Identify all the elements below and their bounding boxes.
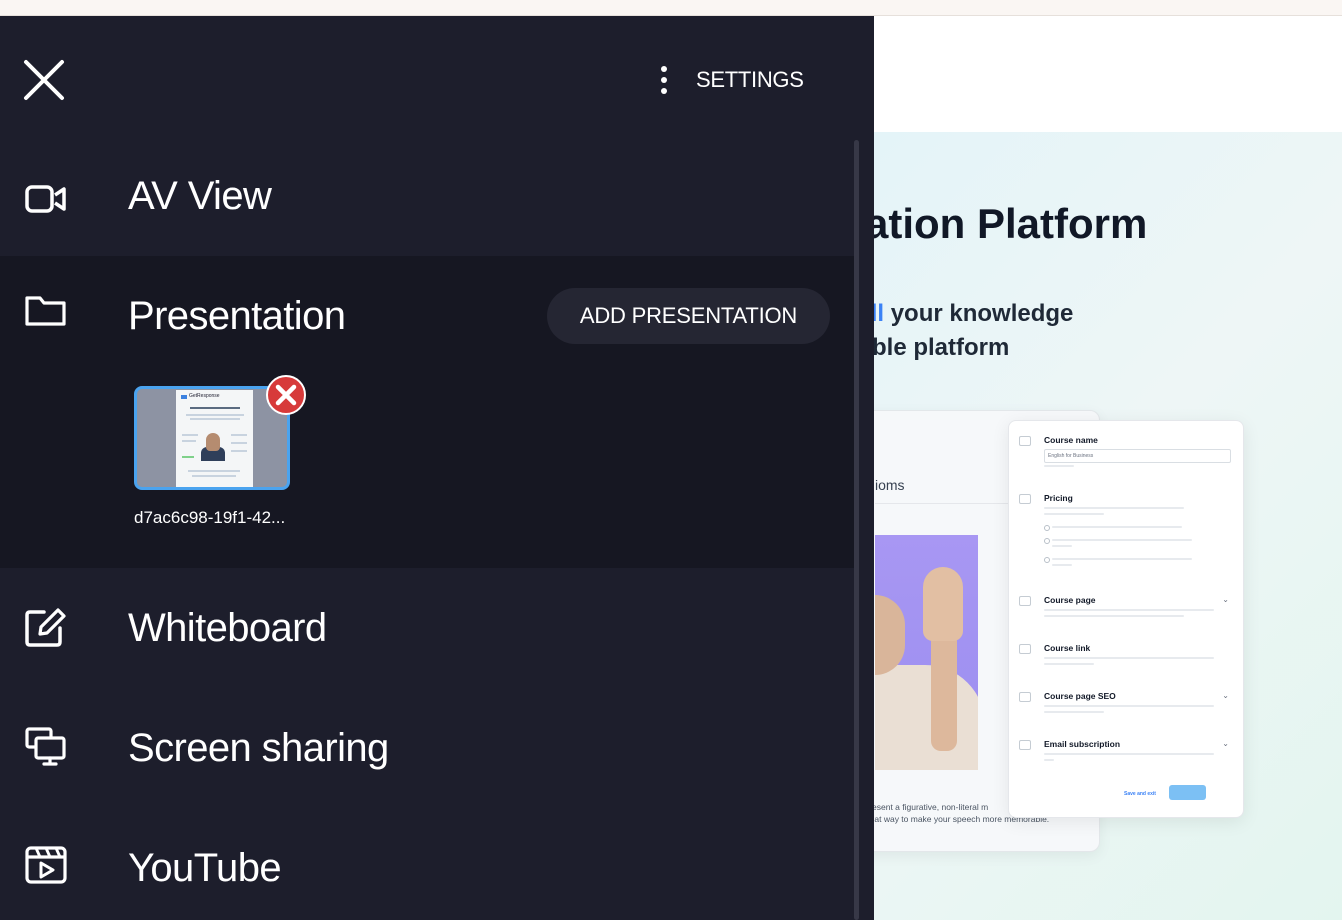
screen-share-icon [25,727,66,766]
presentation-file-name: d7ac6c98-19f1-42... [134,508,286,527]
folder-icon [25,296,66,326]
form-section-icon [1019,596,1031,606]
video-camera-icon [25,185,66,213]
edit-icon [25,608,66,647]
lesson-card-title: ioms [875,477,905,493]
side-panel-scrollbar[interactable] [854,140,859,920]
form-section-icon [1019,436,1031,446]
presentation-stage: zation Platform sell your knowledge dabl… [874,16,1342,920]
form-save-exit: Save and exit [1124,791,1156,797]
menu-item-youtube[interactable]: YouTube [0,808,858,920]
remove-presentation-icon[interactable] [265,374,307,416]
more-vertical-icon [661,66,667,94]
course-name-field: English for Business [1044,449,1231,463]
slide-subtitle-highlight: sell [874,300,885,327]
menu-label-screen-sharing: Screen sharing [128,726,389,770]
form-publish-button [1169,785,1206,800]
thumbnail-brand: GetResponse [189,393,220,399]
menu-item-whiteboard[interactable]: Whiteboard [0,568,858,688]
menu-item-av-view[interactable]: AV View [0,146,858,256]
menu-label-av-view: AV View [128,174,272,218]
slide-content: zation Platform sell your knowledge dabl… [874,132,1342,920]
settings-button[interactable]: SETTINGS [656,60,804,100]
slide-course-form-card: Course name English for Business Pricing… [1008,420,1244,818]
slide-subtitle-line1: your knowledge [884,300,1074,327]
chevron-down-icon: ⌄ [1222,595,1229,604]
thumbnail-page: GetResponse [176,390,253,487]
settings-label: SETTINGS [696,67,804,92]
slide-title: zation Platform [874,200,1148,247]
slide-subtitle-line2: dable platform [874,334,1010,361]
chevron-down-icon: ⌄ [1222,691,1229,700]
side-panel: SETTINGS AV View Presentation ADD PRESEN… [0,16,874,920]
youtube-icon [25,846,67,884]
close-button[interactable] [22,58,66,102]
menu-item-screen-sharing[interactable]: Screen sharing [0,688,858,808]
slide-subtitle: sell your knowledge dable platform [874,297,1073,365]
close-icon [24,60,64,100]
chevron-down-icon: ⌄ [1222,739,1229,748]
add-presentation-button[interactable]: ADD PRESENTATION [547,288,830,344]
form-section-icon [1019,740,1031,750]
form-section-icon [1019,692,1031,702]
form-section-icon [1019,644,1031,654]
menu-label-whiteboard: Whiteboard [128,606,327,650]
lesson-photo [875,535,978,770]
form-section-icon [1019,494,1031,504]
menu-label-youtube: YouTube [128,846,282,890]
browser-top-strip [0,0,1342,16]
menu-label-presentation: Presentation [128,294,346,338]
